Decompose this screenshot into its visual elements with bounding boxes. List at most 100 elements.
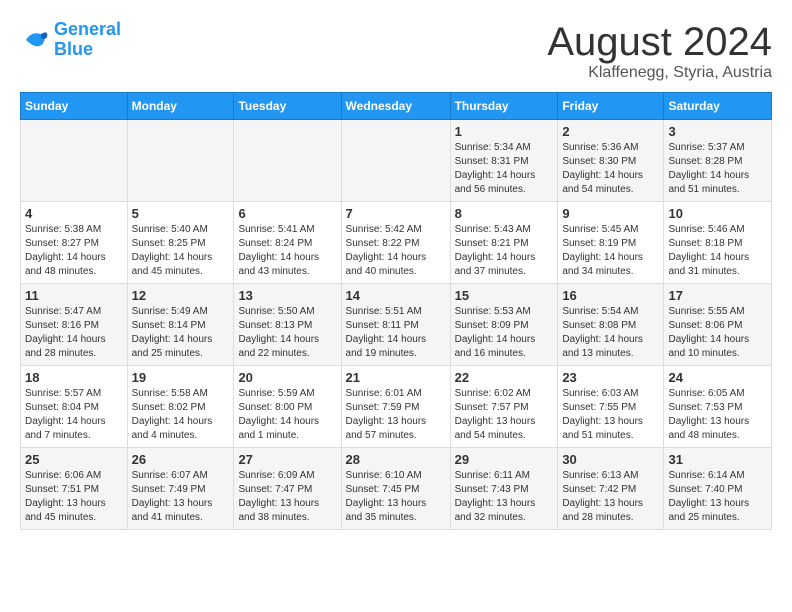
day-info: Sunrise: 5:45 AM Sunset: 8:19 PM Dayligh… [562, 223, 659, 279]
day-info: Sunrise: 6:05 AM Sunset: 7:53 PM Dayligh… [668, 387, 767, 443]
day-info: Sunrise: 6:01 AM Sunset: 7:59 PM Dayligh… [346, 387, 446, 443]
day-number: 29 [455, 452, 554, 467]
day-info: Sunrise: 6:06 AM Sunset: 7:51 PM Dayligh… [25, 469, 123, 525]
calendar-cell: 14Sunrise: 5:51 AM Sunset: 8:11 PM Dayli… [341, 284, 450, 366]
day-info: Sunrise: 5:55 AM Sunset: 8:06 PM Dayligh… [668, 305, 767, 361]
day-number: 11 [25, 288, 123, 303]
calendar-cell: 17 Sunrise: 5:55 AM Sunset: 8:06 PM Dayli… [664, 284, 772, 366]
day-info: Sunrise: 5:59 AM Sunset: 8:00 PM Dayligh… [238, 387, 336, 443]
day-number: 12 [132, 288, 230, 303]
day-number: 26 [132, 452, 230, 467]
day-number: 7 [346, 206, 446, 221]
day-info: Sunrise: 6:03 AM Sunset: 7:55 PM Dayligh… [562, 387, 659, 443]
day-info: Sunrise: 5:34 AM Sunset: 8:31 PM Dayligh… [455, 141, 554, 197]
day-number: 31 [668, 452, 767, 467]
day-info: Sunrise: 5:46 AM Sunset: 8:18 PM Dayligh… [668, 223, 767, 279]
calendar-cell: 10 Sunrise: 5:46 AM Sunset: 8:18 PM Dayli… [664, 202, 772, 284]
calendar-cell: 29Sunrise: 6:11 AM Sunset: 7:43 PM Dayli… [450, 448, 558, 530]
day-number: 25 [25, 452, 123, 467]
day-number: 14 [346, 288, 446, 303]
month-title: August 2024 [547, 20, 772, 64]
calendar-cell [127, 120, 234, 202]
day-number: 22 [455, 370, 554, 385]
calendar-cell: 25 Sunrise: 6:06 AM Sunset: 7:51 PM Dayli… [21, 448, 128, 530]
day-info: Sunrise: 5:38 AM Sunset: 8:27 PM Dayligh… [25, 223, 123, 279]
day-number: 8 [455, 206, 554, 221]
day-info: Sunrise: 5:37 AM Sunset: 8:28 PM Dayligh… [668, 141, 767, 197]
header-wednesday: Wednesday [341, 93, 450, 120]
page-header: General Blue August 2024 Klaffenegg, Sty… [20, 20, 772, 82]
calendar-cell: 24 Sunrise: 6:05 AM Sunset: 7:53 PM Dayli… [664, 366, 772, 448]
calendar-cell: 12 Sunrise: 5:49 AM Sunset: 8:14 PM Dayli… [127, 284, 234, 366]
logo-icon [20, 25, 50, 55]
calendar-cell: 11 Sunrise: 5:47 AM Sunset: 8:16 PM Dayli… [21, 284, 128, 366]
day-number: 21 [346, 370, 446, 385]
calendar-cell: 15 Sunrise: 5:53 AM Sunset: 8:09 PM Dayli… [450, 284, 558, 366]
calendar-table: SundayMondayTuesdayWednesdayThursdayFrid… [20, 92, 772, 530]
calendar-cell: 3 Sunrise: 5:37 AM Sunset: 8:28 PM Daylig… [664, 120, 772, 202]
week-row-5: 25 Sunrise: 6:06 AM Sunset: 7:51 PM Dayli… [21, 448, 772, 530]
day-info: Sunrise: 6:09 AM Sunset: 7:47 PM Dayligh… [238, 469, 336, 525]
calendar-cell: 31 Sunrise: 6:14 AM Sunset: 7:40 PM Dayli… [664, 448, 772, 530]
day-info: Sunrise: 5:58 AM Sunset: 8:02 PM Dayligh… [132, 387, 230, 443]
calendar-cell: 16Sunrise: 5:54 AM Sunset: 8:08 PM Dayli… [558, 284, 664, 366]
day-number: 13 [238, 288, 336, 303]
header-row: SundayMondayTuesdayWednesdayThursdayFrid… [21, 93, 772, 120]
header-saturday: Saturday [664, 93, 772, 120]
header-monday: Monday [127, 93, 234, 120]
day-number: 20 [238, 370, 336, 385]
header-friday: Friday [558, 93, 664, 120]
calendar-cell: 7 Sunrise: 5:42 AM Sunset: 8:22 PM Daylig… [341, 202, 450, 284]
day-number: 10 [668, 206, 767, 221]
calendar-cell: 8 Sunrise: 5:43 AM Sunset: 8:21 PM Daylig… [450, 202, 558, 284]
day-info: Sunrise: 5:49 AM Sunset: 8:14 PM Dayligh… [132, 305, 230, 361]
day-number: 27 [238, 452, 336, 467]
day-info: Sunrise: 6:14 AM Sunset: 7:40 PM Dayligh… [668, 469, 767, 525]
calendar-cell: 13 Sunrise: 5:50 AM Sunset: 8:13 PM Dayli… [234, 284, 341, 366]
logo: General Blue [20, 20, 121, 60]
calendar-cell: 9 Sunrise: 5:45 AM Sunset: 8:19 PM Daylig… [558, 202, 664, 284]
title-block: August 2024 Klaffenegg, Styria, Austria [547, 20, 772, 82]
calendar-cell: 6Sunrise: 5:41 AM Sunset: 8:24 PM Daylig… [234, 202, 341, 284]
day-info: Sunrise: 5:47 AM Sunset: 8:16 PM Dayligh… [25, 305, 123, 361]
calendar-cell: 23 Sunrise: 6:03 AM Sunset: 7:55 PM Dayli… [558, 366, 664, 448]
calendar-cell: 1Sunrise: 5:34 AM Sunset: 8:31 PM Daylig… [450, 120, 558, 202]
location: Klaffenegg, Styria, Austria [547, 64, 772, 82]
day-info: Sunrise: 5:50 AM Sunset: 8:13 PM Dayligh… [238, 305, 336, 361]
day-info: Sunrise: 6:10 AM Sunset: 7:45 PM Dayligh… [346, 469, 446, 525]
day-number: 5 [132, 206, 230, 221]
day-info: Sunrise: 5:53 AM Sunset: 8:09 PM Dayligh… [455, 305, 554, 361]
day-info: Sunrise: 6:02 AM Sunset: 7:57 PM Dayligh… [455, 387, 554, 443]
day-number: 18 [25, 370, 123, 385]
day-info: Sunrise: 6:07 AM Sunset: 7:49 PM Dayligh… [132, 469, 230, 525]
logo-text: General Blue [54, 20, 121, 60]
day-number: 3 [668, 124, 767, 139]
calendar-cell: 26 Sunrise: 6:07 AM Sunset: 7:49 PM Dayli… [127, 448, 234, 530]
week-row-4: 18 Sunrise: 5:57 AM Sunset: 8:04 PM Dayli… [21, 366, 772, 448]
calendar-cell [21, 120, 128, 202]
day-info: Sunrise: 5:43 AM Sunset: 8:21 PM Dayligh… [455, 223, 554, 279]
day-number: 17 [668, 288, 767, 303]
day-number: 4 [25, 206, 123, 221]
day-info: Sunrise: 5:42 AM Sunset: 8:22 PM Dayligh… [346, 223, 446, 279]
day-info: Sunrise: 5:36 AM Sunset: 8:30 PM Dayligh… [562, 141, 659, 197]
day-info: Sunrise: 6:13 AM Sunset: 7:42 PM Dayligh… [562, 469, 659, 525]
calendar-cell: 19 Sunrise: 5:58 AM Sunset: 8:02 PM Dayli… [127, 366, 234, 448]
week-row-1: 1Sunrise: 5:34 AM Sunset: 8:31 PM Daylig… [21, 120, 772, 202]
day-number: 23 [562, 370, 659, 385]
week-row-3: 11 Sunrise: 5:47 AM Sunset: 8:16 PM Dayli… [21, 284, 772, 366]
header-thursday: Thursday [450, 93, 558, 120]
calendar-cell: 20 Sunrise: 5:59 AM Sunset: 8:00 PM Dayli… [234, 366, 341, 448]
day-info: Sunrise: 5:57 AM Sunset: 8:04 PM Dayligh… [25, 387, 123, 443]
day-number: 6 [238, 206, 336, 221]
header-tuesday: Tuesday [234, 93, 341, 120]
day-number: 16 [562, 288, 659, 303]
calendar-cell: 5 Sunrise: 5:40 AM Sunset: 8:25 PM Daylig… [127, 202, 234, 284]
day-number: 15 [455, 288, 554, 303]
day-number: 19 [132, 370, 230, 385]
calendar-cell: 28Sunrise: 6:10 AM Sunset: 7:45 PM Dayli… [341, 448, 450, 530]
day-number: 9 [562, 206, 659, 221]
day-number: 24 [668, 370, 767, 385]
day-info: Sunrise: 5:40 AM Sunset: 8:25 PM Dayligh… [132, 223, 230, 279]
week-row-2: 4 Sunrise: 5:38 AM Sunset: 8:27 PM Daylig… [21, 202, 772, 284]
